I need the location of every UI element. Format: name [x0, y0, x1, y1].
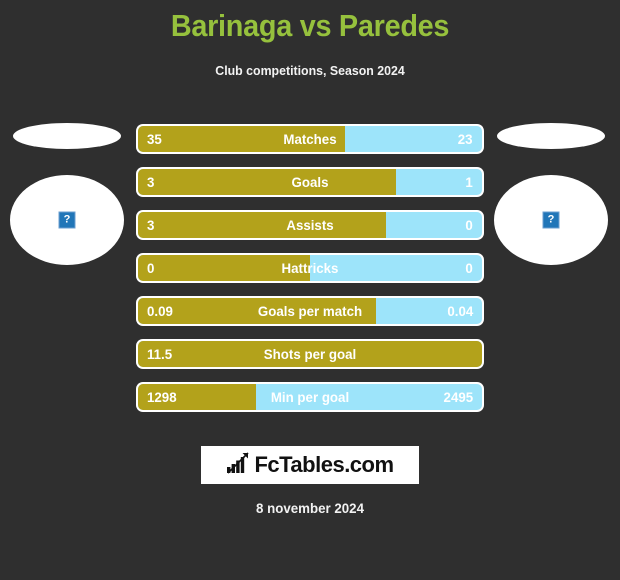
stat-label: Min per goal — [270, 389, 350, 405]
stat-row: 0 Hattricks 0 — [136, 253, 484, 283]
stat-bar-track: 1298 Min per goal 2495 — [138, 384, 482, 410]
stat-row: 35 Matches 23 — [136, 124, 484, 154]
stat-value-away: 23 — [458, 131, 473, 147]
stat-label: Shots per goal — [263, 346, 357, 362]
player-home: ? — [8, 118, 128, 278]
stat-value-away: 1 — [465, 174, 473, 190]
stat-bar-track: 3 Assists 0 — [138, 212, 482, 238]
stat-bar-track: 35 Matches 23 — [138, 126, 482, 152]
broken-image-icon: ? — [58, 211, 76, 229]
stat-bar-list: 35 Matches 23 3 Goals 1 3 Assists 0 0 Hattricks 0 0.… — [136, 124, 484, 425]
stat-label: Assists — [286, 217, 334, 233]
stat-bar-track: 3 Goals 1 — [138, 169, 482, 195]
bar-chart-arrow-icon — [226, 451, 250, 479]
stat-value-away: 0 — [465, 217, 473, 233]
stat-comparison-graphic: Barinaga vs Paredes Club competitions, S… — [0, 0, 620, 580]
stat-label: Matches — [283, 131, 337, 147]
stat-row: 3 Assists 0 — [136, 210, 484, 240]
player-away: ? — [492, 118, 612, 278]
stat-row: 0.09 Goals per match 0.04 — [136, 296, 484, 326]
player-away-avatar: ? — [494, 175, 608, 265]
stat-row: 11.5 Shots per goal — [136, 339, 484, 369]
stat-value-away: 0.04 — [447, 303, 473, 319]
stat-value-away: 2495 — [443, 389, 473, 405]
player-away-name-placeholder — [497, 123, 605, 149]
stat-label: Hattricks — [281, 260, 339, 276]
player-home-avatar: ? — [10, 175, 124, 265]
stat-bar-track: 0.09 Goals per match 0.04 — [138, 298, 482, 324]
broken-image-icon: ? — [542, 211, 560, 229]
stat-bar-track: 11.5 Shots per goal — [138, 341, 482, 367]
stat-label: Goals per match — [257, 303, 363, 319]
footer-date: 8 november 2024 — [256, 500, 364, 516]
stat-row: 3 Goals 1 — [136, 167, 484, 197]
stat-value-away: 0 — [465, 260, 473, 276]
fctables-logo-text: FcTables.com — [254, 452, 394, 477]
page-title: Barinaga vs Paredes — [170, 8, 450, 43]
stat-row: 1298 Min per goal 2495 — [136, 382, 484, 412]
stat-bar-track: 0 Hattricks 0 — [138, 255, 482, 281]
player-home-name-placeholder — [13, 123, 121, 149]
stat-label: Goals — [291, 174, 329, 190]
fctables-logo[interactable]: FcTables.com — [201, 446, 419, 484]
page-subtitle: Club competitions, Season 2024 — [215, 63, 405, 78]
